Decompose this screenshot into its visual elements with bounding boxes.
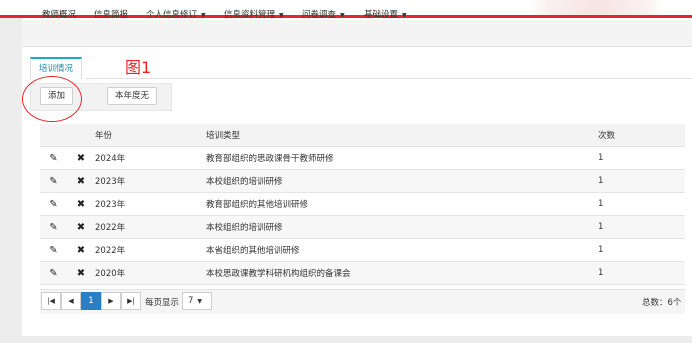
- edit-cell[interactable]: ✎: [40, 261, 67, 285]
- header-year: 年份: [95, 124, 206, 147]
- highlight-circle-annotation: [22, 76, 82, 122]
- header-delete: [67, 124, 95, 147]
- table-row: ✎ ✖ 2024年 教育部组织的思政课骨干教师研修 1: [40, 146, 685, 170]
- pencil-icon[interactable]: ✎: [49, 245, 57, 256]
- menu-survey[interactable]: 问卷调查 ▼: [302, 8, 345, 20]
- delete-cell[interactable]: ✖: [67, 169, 95, 193]
- menu-personal-info[interactable]: 个人信息修订 ▼: [146, 8, 206, 20]
- header-type: 培训类型: [206, 124, 598, 147]
- caret-down-icon: ▼: [279, 12, 284, 19]
- per-page-value: 7: [188, 296, 194, 306]
- count-cell: 1: [598, 215, 685, 239]
- count-cell: 1: [598, 238, 685, 262]
- edit-cell[interactable]: ✎: [40, 238, 67, 262]
- year-cell: 2023年: [95, 192, 206, 216]
- pencil-icon[interactable]: ✎: [49, 268, 57, 279]
- per-page-select[interactable]: 7 ▼: [182, 292, 212, 310]
- menu-info-management[interactable]: 信息资料管理 ▼: [224, 8, 284, 20]
- first-page-button[interactable]: |◀: [41, 292, 61, 310]
- count-cell: 1: [598, 192, 685, 216]
- edit-cell[interactable]: ✎: [40, 146, 67, 170]
- caret-down-icon: ▼: [201, 12, 206, 19]
- caret-down-icon: ▼: [340, 12, 345, 19]
- year-cell: 2020年: [95, 261, 206, 285]
- menu-label: 信息简报: [94, 10, 129, 20]
- table-row: ✎ ✖ 2020年 本校思政课教学科研机构组织的备课会 1: [40, 261, 685, 285]
- menu-label: 信息资料管理: [224, 10, 276, 20]
- menu-teacher-overview[interactable]: 教师概况: [42, 8, 76, 20]
- pencil-icon[interactable]: ✎: [49, 153, 57, 164]
- close-icon[interactable]: ✖: [77, 268, 85, 279]
- pencil-icon[interactable]: ✎: [49, 176, 57, 187]
- header-count: 次数: [598, 124, 685, 147]
- table-row: ✎ ✖ 2022年 本校组织的培训研修 1: [40, 215, 685, 239]
- menu-label: 教师概况: [42, 10, 77, 20]
- delete-cell[interactable]: ✖: [67, 146, 95, 170]
- close-icon[interactable]: ✖: [77, 222, 85, 233]
- delete-cell[interactable]: ✖: [67, 238, 95, 262]
- close-icon[interactable]: ✖: [77, 245, 85, 256]
- training-table: 年份 培训类型 次数 ✎ ✖ 2024年 教育部组织的思政课骨干教师研修 1 ✎…: [40, 124, 685, 285]
- menu-label: 问卷调查: [302, 10, 337, 20]
- prev-page-button[interactable]: ◀: [61, 292, 81, 310]
- count-cell: 1: [598, 169, 685, 193]
- year-cell: 2024年: [95, 146, 206, 170]
- total-count: 总数：6个: [642, 298, 682, 308]
- type-cell: 本校思政课教学科研机构组织的备课会: [206, 261, 598, 285]
- delete-cell[interactable]: ✖: [67, 215, 95, 239]
- pencil-icon[interactable]: ✎: [49, 199, 57, 210]
- edit-cell[interactable]: ✎: [40, 215, 67, 239]
- delete-cell[interactable]: ✖: [67, 192, 95, 216]
- menu-label: 基础设置: [364, 10, 399, 20]
- type-cell: 本校组织的培训研修: [206, 169, 598, 193]
- caret-down-icon: ▼: [197, 298, 203, 305]
- tab-divider: [86, 78, 692, 79]
- header-edit: [40, 124, 67, 147]
- per-page-label: 每页显示: [145, 298, 180, 308]
- tab-label: 培训情况: [39, 64, 74, 74]
- edit-cell[interactable]: ✎: [40, 192, 67, 216]
- close-icon[interactable]: ✖: [77, 199, 85, 210]
- menu-settings[interactable]: 基础设置 ▼: [364, 8, 407, 20]
- type-cell: 本省组织的其他培训研修: [206, 238, 598, 262]
- menu-label: 个人信息修订: [146, 10, 198, 20]
- year-cell: 2023年: [95, 169, 206, 193]
- type-cell: 教育部组织的思政课骨干教师研修: [206, 146, 598, 170]
- pencil-icon[interactable]: ✎: [49, 222, 57, 233]
- count-cell: 1: [598, 146, 685, 170]
- year-cell: 2022年: [95, 238, 206, 262]
- page-1-button[interactable]: 1: [81, 292, 101, 310]
- year-cell: 2022年: [95, 215, 206, 239]
- main-menu-bar: [22, 20, 692, 47]
- next-page-button[interactable]: ▶: [101, 292, 121, 310]
- close-icon[interactable]: ✖: [77, 153, 85, 164]
- table-row: ✎ ✖ 2022年 本省组织的其他培训研修 1: [40, 238, 685, 262]
- close-icon[interactable]: ✖: [77, 176, 85, 187]
- figure-annotation: 图1: [125, 58, 152, 77]
- caret-down-icon: ▼: [402, 12, 407, 19]
- edit-cell[interactable]: ✎: [40, 169, 67, 193]
- menu-info-brief[interactable]: 信息简报: [94, 8, 128, 20]
- type-cell: 教育部组织的其他培训研修: [206, 192, 598, 216]
- current-year-none-button[interactable]: 本年度无: [107, 87, 158, 105]
- table-header-row: 年份 培训类型 次数: [40, 124, 685, 147]
- last-page-button[interactable]: ▶|: [121, 292, 141, 310]
- type-cell: 本校组织的培训研修: [206, 215, 598, 239]
- table-row: ✎ ✖ 2023年 教育部组织的其他培训研修 1: [40, 192, 685, 216]
- count-cell: 1: [598, 261, 685, 285]
- table-row: ✎ ✖ 2023年 本校组织的培训研修 1: [40, 169, 685, 193]
- delete-cell[interactable]: ✖: [67, 261, 95, 285]
